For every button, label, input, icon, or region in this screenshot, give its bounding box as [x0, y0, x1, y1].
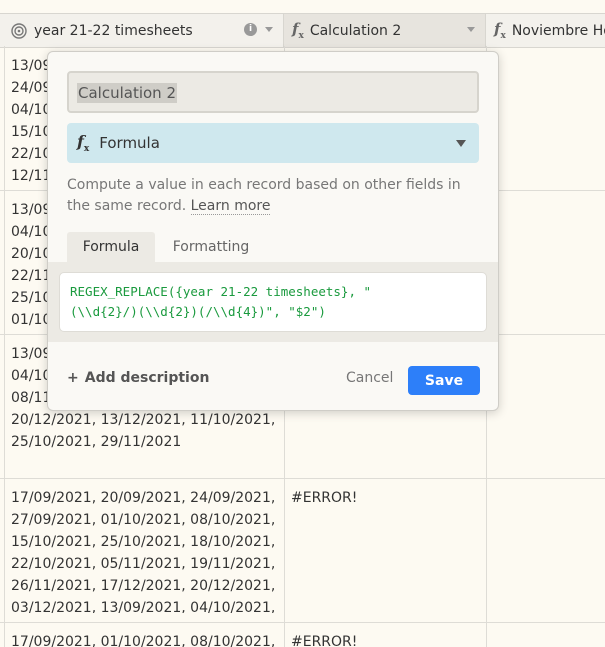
formula-input[interactable]: REGEX_REPLACE({year 21-22 timesheets}, "… [59, 272, 487, 332]
row-divider [0, 478, 605, 479]
formula-icon: fx [77, 131, 90, 155]
info-icon[interactable]: i [244, 23, 257, 36]
chevron-down-icon [456, 140, 466, 147]
column-header-year-timesheets[interactable]: year 21-22 timesheets i [0, 14, 284, 47]
table-cell-calculation-2[interactable]: #ERROR! [291, 487, 471, 511]
column-header-noviembre[interactable]: fx Noviembre Ho [486, 14, 605, 47]
add-description-button[interactable]: + Add description [67, 370, 209, 386]
chevron-down-icon[interactable] [265, 27, 273, 32]
column-divider [4, 46, 5, 647]
tab-formatting[interactable]: Formatting [161, 232, 261, 262]
field-type-select[interactable]: fx Formula [67, 123, 479, 163]
tab-formula[interactable]: Formula [67, 232, 155, 262]
table-cell-calculation-2[interactable]: #ERROR! [291, 631, 471, 647]
field-name-selection: Calculation 2 [77, 83, 177, 103]
table-cell-timesheets[interactable]: 17/09/2021, 20/09/2021, 24/09/2021, 27/0… [11, 487, 279, 613]
column-header-calculation-2[interactable]: fx Calculation 2 [284, 14, 486, 47]
column-header-label: year 21-22 timesheets [34, 22, 193, 39]
chevron-down-icon[interactable] [467, 27, 475, 32]
field-type-label: Formula [99, 134, 160, 152]
formula-icon: fx [292, 20, 304, 41]
lookup-icon [11, 22, 27, 39]
table-cell-timesheets[interactable]: 17/09/2021, 01/10/2021, 08/10/2021, [11, 631, 279, 647]
formula-editor-area: REGEX_REPLACE({year 21-22 timesheets}, "… [48, 262, 498, 342]
cancel-button[interactable]: Cancel [346, 370, 393, 386]
field-config-popup: Calculation 2 fx Formula Compute a value… [47, 51, 499, 411]
column-header-label: Calculation 2 [309, 22, 402, 39]
column-header-label: Noviembre Ho [511, 22, 605, 39]
learn-more-link[interactable]: Learn more [190, 198, 271, 215]
save-button[interactable]: Save [408, 366, 480, 395]
grid-header: year 21-22 timesheets i fx Calculation 2… [0, 13, 605, 48]
plus-icon: + [67, 370, 79, 386]
row-divider [0, 622, 605, 623]
formula-icon: fx [494, 20, 506, 41]
field-type-description: Compute a value in each record based on … [67, 177, 461, 215]
